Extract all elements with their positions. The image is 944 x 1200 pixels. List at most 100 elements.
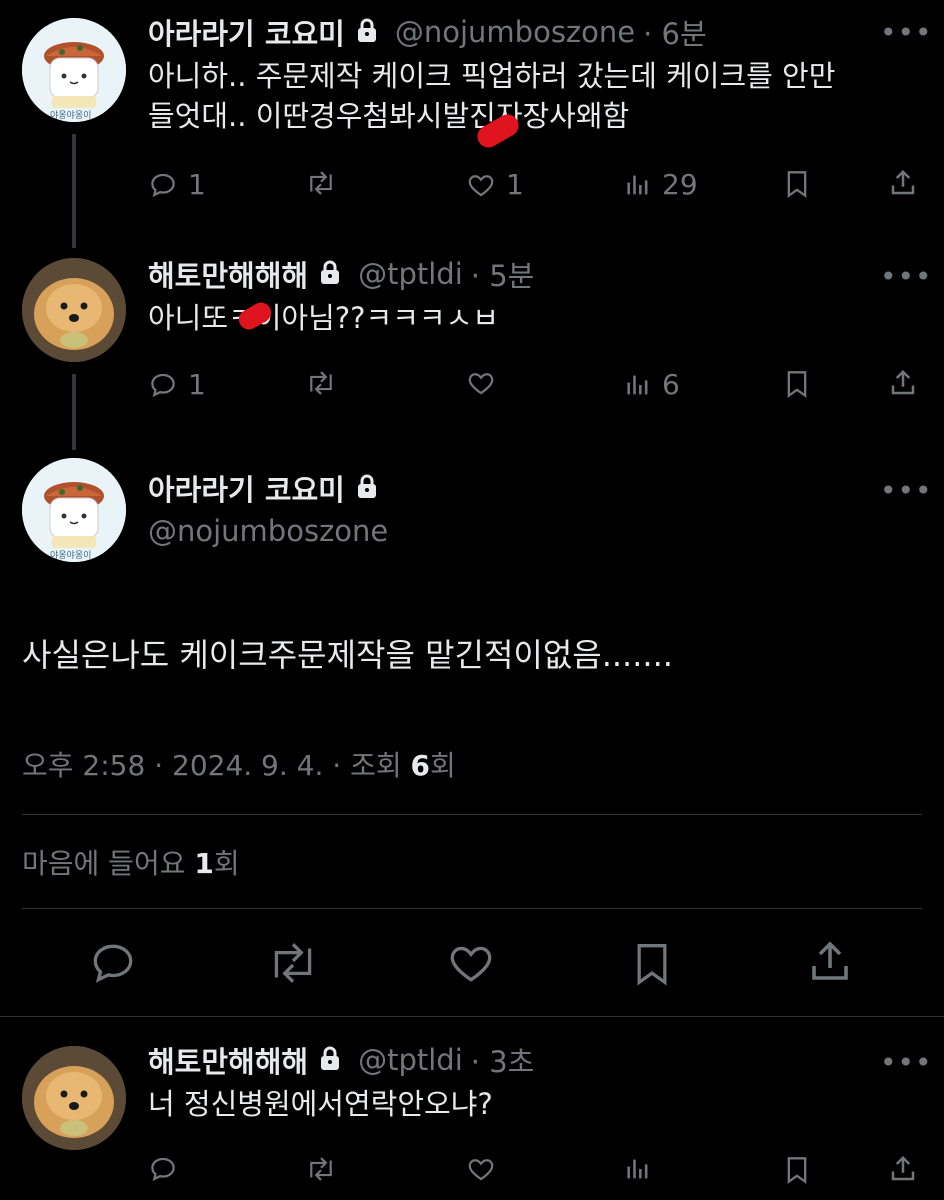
display-name[interactable]: 아라라기 코요미 (148, 467, 345, 509)
share-button[interactable] (888, 368, 918, 398)
avatar-caption: 야옹야옹이 (50, 111, 92, 121)
reply-button[interactable] (148, 1154, 178, 1184)
reply-icon (151, 173, 175, 197)
like-count: 1 (506, 168, 524, 201)
timestamp[interactable]: · 3초 (471, 1039, 535, 1081)
lock-icon (355, 17, 379, 47)
timestamp[interactable]: 오후 2:58 · 2024. 9. 4. · 조회 (22, 749, 411, 782)
share-icon (891, 169, 915, 195)
retweet-button[interactable] (304, 1154, 338, 1184)
more-icon[interactable]: ••• (880, 260, 933, 293)
tweet-text: 아니하.. 주문제작 케이크 픽업하러 갔는데 케이크를 안만 들엇대.. 이딴… (148, 56, 928, 136)
likes-summary[interactable]: 마음에 들어요 1회 (22, 842, 240, 882)
like-icon (468, 174, 494, 196)
share-button[interactable] (806, 938, 854, 990)
tweet-text: 너 정신병원에서연락안오냐? (148, 1087, 493, 1121)
reply-icon (93, 944, 133, 983)
like-button[interactable] (446, 938, 496, 992)
likes-count: 1 (194, 847, 214, 880)
timestamp[interactable]: · 6분 (643, 11, 707, 53)
avatar[interactable] (22, 258, 126, 362)
timestamp[interactable]: · 5분 (471, 253, 535, 295)
more-icon[interactable]: ••• (880, 474, 933, 507)
views-count: 6 (662, 368, 680, 401)
bookmark-icon (787, 371, 807, 398)
reply-button[interactable]: 1 (148, 368, 206, 401)
display-name[interactable]: 해토만해해해 (148, 253, 308, 295)
handle[interactable]: @nojumboszone (395, 15, 635, 49)
tweet-text-line: 들엇대.. 이딴경우첨봐시발진자장사왜함 (148, 99, 630, 133)
bookmark-button[interactable] (630, 938, 674, 994)
bookmark-icon (787, 171, 807, 198)
tweet-meta: 오후 2:58 · 2024. 9. 4. · 조회 6회 (22, 744, 456, 784)
bookmark-button[interactable] (783, 368, 811, 400)
avatar-caption: 야옹야옹이 (50, 551, 92, 561)
thread-line (72, 374, 76, 450)
more-icon[interactable]: ••• (880, 16, 933, 49)
cat-avatar-image (22, 18, 126, 122)
lock-icon (318, 259, 342, 289)
like-button[interactable] (466, 1154, 496, 1184)
views-button[interactable] (624, 1154, 652, 1184)
reply-button[interactable] (88, 938, 138, 992)
view-suffix: 회 (430, 749, 456, 782)
views-button[interactable]: 6 (624, 368, 680, 401)
share-icon (812, 941, 848, 980)
likes-suffix: 회 (213, 847, 240, 880)
thread-line (72, 134, 76, 248)
reply-icon (151, 1157, 175, 1182)
share-icon (891, 369, 915, 395)
like-icon (468, 373, 494, 395)
dog-avatar-image (22, 258, 126, 362)
views-count: 29 (662, 168, 698, 201)
retweet-button[interactable] (304, 368, 348, 398)
avatar[interactable] (22, 18, 126, 122)
reply-count: 1 (188, 368, 206, 401)
dog-avatar-image (22, 1046, 126, 1150)
tweet-header: 아라라기 코요미 @nojumboszone · 6분 (148, 12, 707, 52)
tweet-text-line: 아니하.. 주문제작 케이크 픽업하러 갔는데 케이크를 안만 (148, 59, 836, 93)
display-name[interactable]: 해토만해해해 (148, 1039, 308, 1081)
handle[interactable]: @tptldi (358, 1043, 463, 1077)
likes-label: 마음에 들어요 (22, 847, 195, 880)
retweet-icon (310, 1157, 332, 1181)
like-icon (450, 946, 492, 982)
retweet-icon (274, 943, 312, 983)
retweet-button[interactable] (304, 168, 348, 198)
like-button[interactable] (466, 368, 506, 398)
display-name[interactable]: 아라라기 코요미 (148, 11, 345, 53)
handle[interactable]: @tptldi (358, 257, 463, 291)
views-icon (627, 175, 648, 194)
lock-icon (355, 473, 379, 503)
views-button[interactable]: 29 (624, 168, 698, 201)
handle[interactable]: @nojumboszone (148, 514, 388, 548)
retweet-icon (310, 171, 332, 195)
reply-icon (151, 373, 175, 397)
main-tweet-text: 사실은나도 케이크주문제작을 맡긴적이없음....... (22, 636, 673, 674)
tweet-header: 해토만해해해 @tptldi · 5분 (148, 254, 534, 294)
divider (22, 814, 922, 815)
share-button[interactable] (888, 168, 918, 198)
bookmark-button[interactable] (783, 168, 811, 200)
retweet-icon (310, 371, 332, 395)
reply-button[interactable]: 1 (148, 168, 206, 201)
views-icon (627, 375, 648, 394)
divider (22, 908, 922, 909)
more-icon[interactable]: ••• (880, 1046, 933, 1079)
lock-icon (318, 1045, 342, 1075)
reply-count: 1 (188, 168, 206, 201)
avatar[interactable] (22, 458, 126, 562)
bookmark-icon (637, 944, 667, 986)
like-button[interactable]: 1 (466, 168, 524, 201)
bookmark-button[interactable] (783, 1154, 811, 1186)
view-count: 6 (410, 749, 430, 782)
share-button[interactable] (888, 1154, 918, 1184)
tweet-header: 해토만해해해 @tptldi · 3초 (148, 1040, 534, 1080)
cat-avatar-image (22, 458, 126, 562)
like-icon (468, 1159, 494, 1181)
divider (0, 1016, 944, 1017)
avatar[interactable] (22, 1046, 126, 1150)
tweet-header: 아라라기 코요미 (148, 468, 379, 508)
retweet-button[interactable] (264, 938, 322, 992)
share-icon (891, 1155, 915, 1181)
